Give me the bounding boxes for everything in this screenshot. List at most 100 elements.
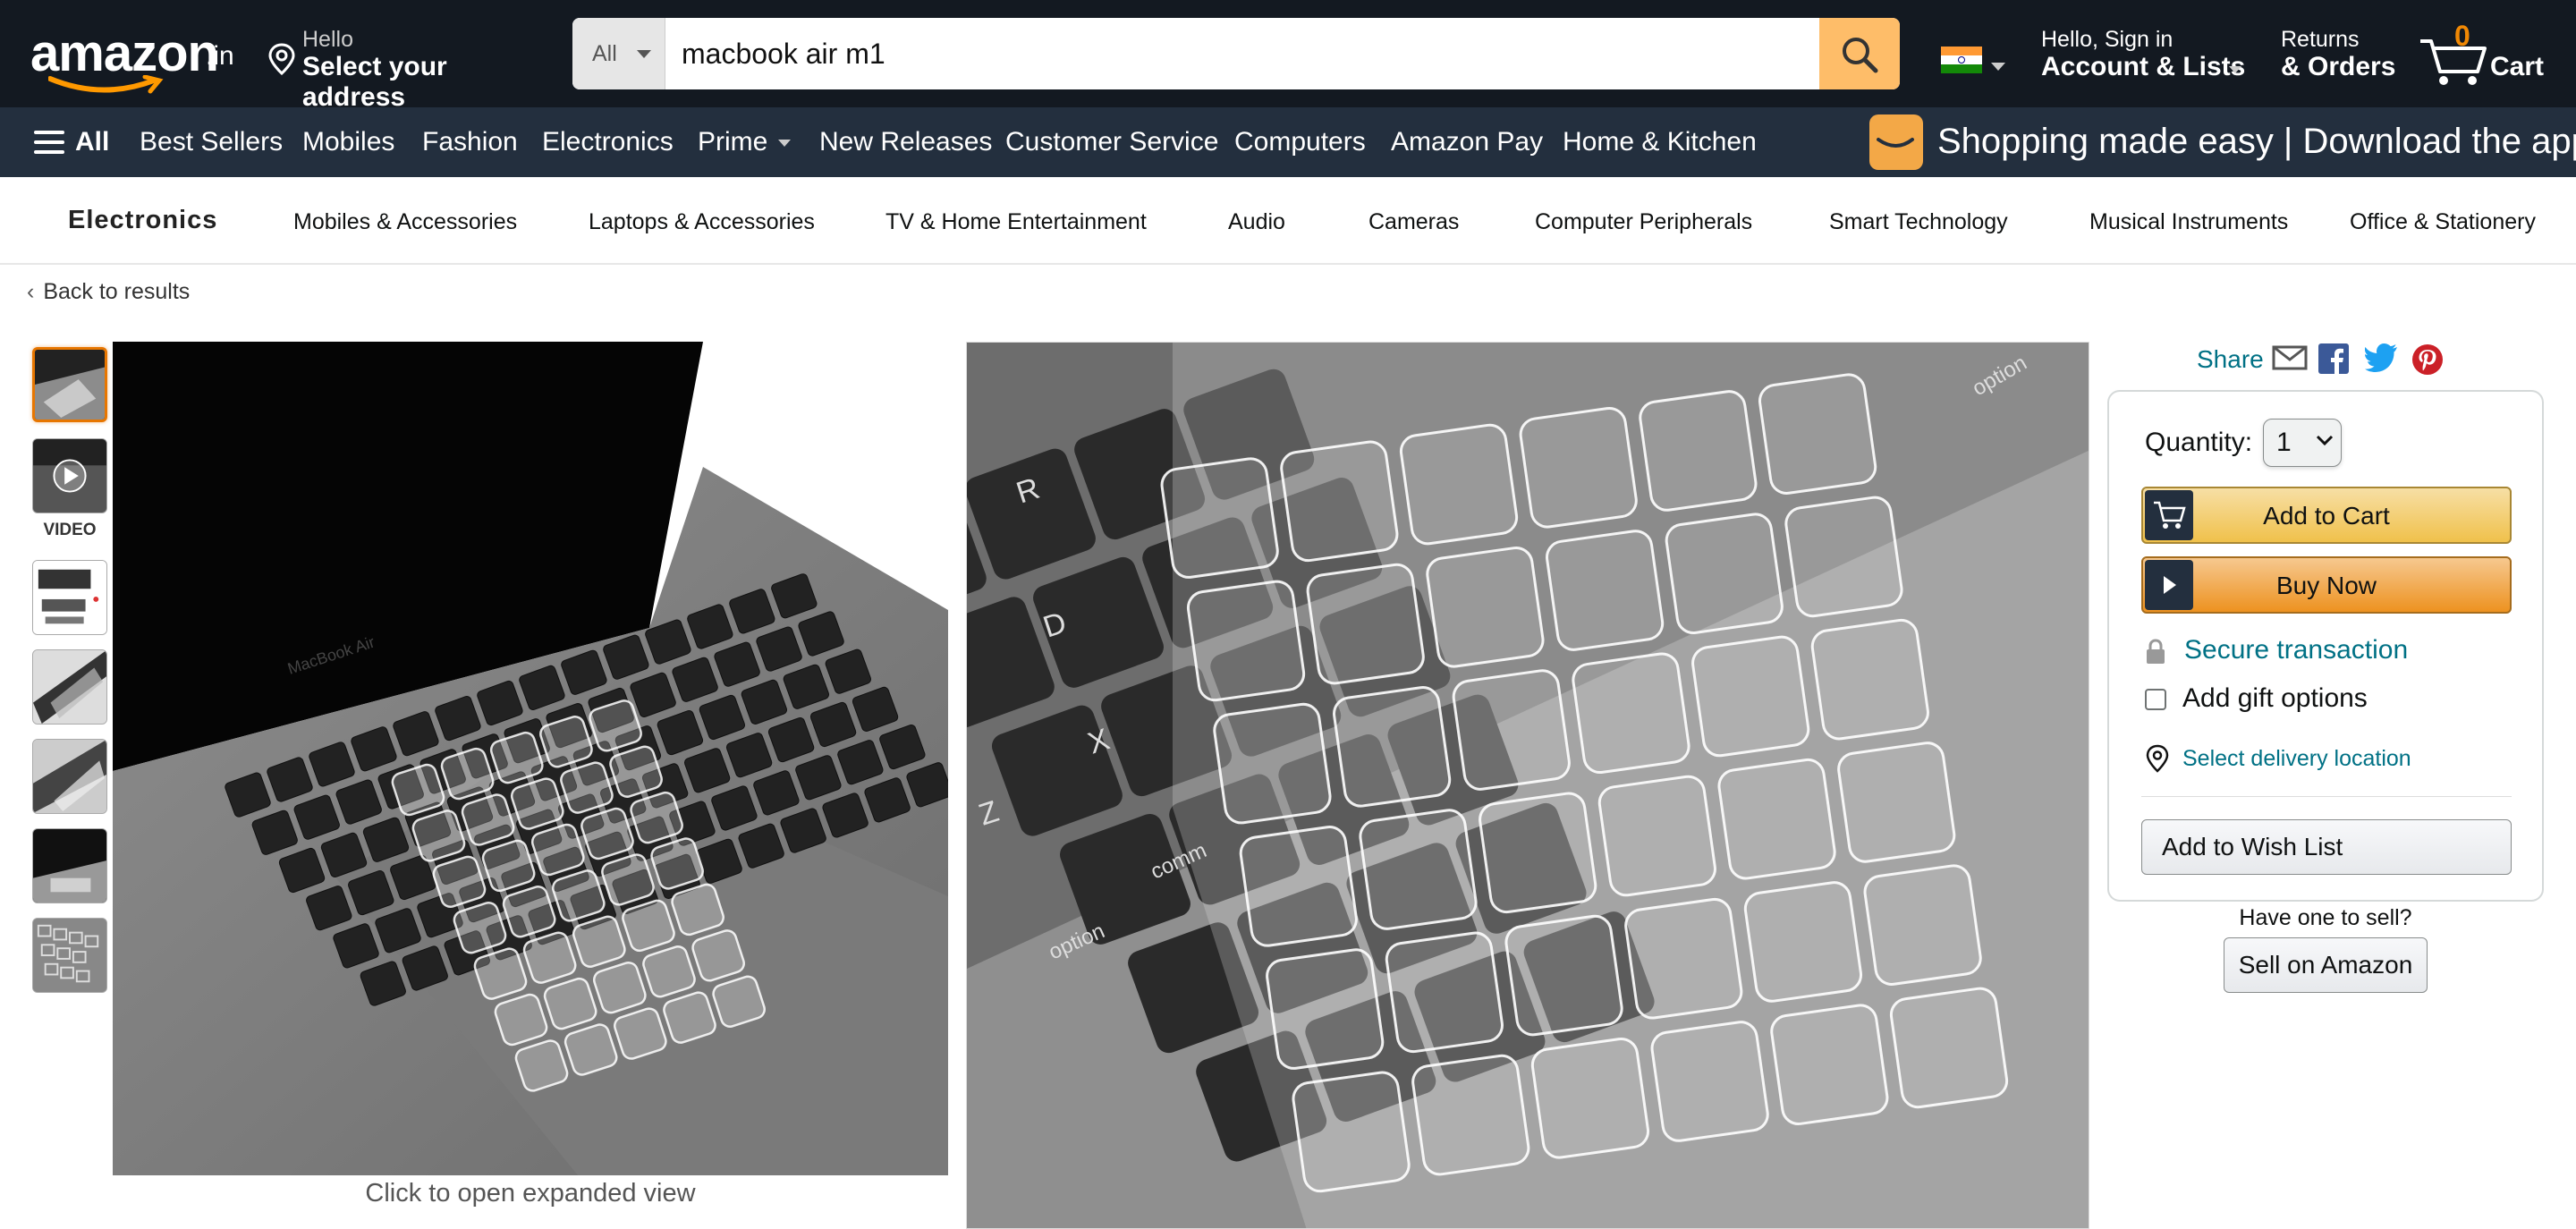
twitter-icon[interactable]: [2365, 343, 2399, 374]
category-subnav: Electronics Mobiles & Accessories Laptop…: [0, 177, 2576, 265]
nav-item-prime[interactable]: Prime: [698, 127, 792, 157]
search-icon: [1843, 38, 1878, 73]
play-icon-box: [2145, 560, 2193, 610]
pinterest-icon[interactable]: [2411, 343, 2444, 376]
thumbnail-7[interactable]: [32, 918, 107, 993]
thumbnail-4[interactable]: [32, 649, 107, 725]
divider: [2141, 796, 2512, 797]
keyboard-closeup-thumbnail-icon: [33, 919, 106, 992]
address-action: Select your address: [302, 52, 447, 112]
subnav-item-tv-home-entertainment[interactable]: TV & Home Entertainment: [886, 209, 1147, 235]
nav-item-home-kitchen[interactable]: Home & Kitchen: [1563, 127, 1757, 157]
delivery-address[interactable]: Hello Select your address: [268, 23, 546, 112]
sell-on-amazon-button[interactable]: Sell on Amazon: [2224, 937, 2428, 993]
returns-orders[interactable]: Returns & Orders: [2281, 23, 2406, 86]
add-to-cart-label: Add to Cart: [2263, 502, 2390, 530]
cart-button[interactable]: 0 Cart: [2419, 20, 2562, 91]
email-icon[interactable]: [2272, 343, 2308, 372]
subnav-item-mobiles-accessories[interactable]: Mobiles & Accessories: [293, 209, 517, 235]
keyboard-thumbnail-icon: [33, 829, 106, 903]
nav-item-prime-label: Prime: [698, 127, 768, 157]
subnav-item-office-stationery[interactable]: Office & Stationery: [2350, 209, 2536, 235]
subnav-item-laptops-accessories[interactable]: Laptops & Accessories: [589, 209, 815, 235]
subnav-item-audio[interactable]: Audio: [1228, 209, 1285, 235]
caret-down-icon: [1991, 63, 2005, 71]
main-nav: All Best Sellers Mobiles Fashion Electro…: [0, 107, 2576, 177]
add-to-wish-list-button[interactable]: Add to Wish List: [2141, 819, 2512, 875]
expand-view-hint: Click to open expanded view: [365, 1179, 696, 1208]
thumbnail-1[interactable]: [32, 347, 107, 422]
thumbnail-3[interactable]: [32, 560, 107, 635]
quantity-value: 1: [2276, 428, 2292, 457]
logo-wordmark: amazon: [30, 24, 219, 82]
thumbnail-6[interactable]: [32, 828, 107, 903]
caret-down-icon: [2229, 66, 2241, 73]
cart-icon-box: [2145, 490, 2193, 540]
account-greeting: Hello, Sign in: [2041, 27, 2174, 52]
subnav-item-musical-instruments[interactable]: Musical Instruments: [2089, 209, 2288, 235]
keyboard-thumbnail-icon: [33, 740, 106, 813]
lock-icon: [2147, 639, 2165, 664]
cart-label: Cart: [2490, 52, 2545, 81]
add-to-cart-button[interactable]: Add to Cart: [2141, 487, 2512, 544]
quantity-select[interactable]: 1: [2263, 419, 2342, 467]
product-contents-icon: [33, 561, 106, 634]
address-greeting: Hello: [302, 27, 353, 52]
keyboard-cover-closeup-image: R D X Z option comm option: [967, 343, 2089, 1228]
subnav-item-computer-peripherals[interactable]: Computer Peripherals: [1535, 209, 1752, 235]
nav-item-fashion[interactable]: Fashion: [422, 127, 518, 157]
search-category-select[interactable]: All: [572, 18, 665, 89]
subnav-item-smart-technology[interactable]: Smart Technology: [1829, 209, 2008, 235]
main-product-image[interactable]: MacBook Air: [113, 342, 948, 1175]
buy-now-button[interactable]: Buy Now: [2141, 556, 2512, 614]
nav-item-electronics[interactable]: Electronics: [542, 127, 674, 157]
search-input[interactable]: [665, 18, 1819, 89]
amazon-logo[interactable]: amazon .in: [30, 23, 236, 94]
all-menu-label: All: [75, 127, 110, 157]
orders-label: & Orders: [2281, 52, 2396, 81]
gift-options-label: Add gift options: [2182, 683, 2368, 713]
keyboard-thumbnail-icon: [35, 350, 105, 420]
location-pin-icon: [268, 43, 295, 75]
quantity-label: Quantity:: [2145, 428, 2253, 457]
hamburger-icon: [34, 131, 64, 160]
zoomed-product-image: R D X Z option comm option: [966, 342, 2089, 1229]
keyboard-thumbnail-icon: [33, 650, 106, 724]
share-row: Share: [2197, 342, 2483, 377]
subnav-title[interactable]: Electronics: [68, 206, 217, 235]
account-menu[interactable]: Hello, Sign in Account & Lists: [2041, 23, 2247, 86]
cart-icon: [2154, 501, 2186, 529]
facebook-icon[interactable]: [2318, 343, 2349, 374]
location-pin-icon: [2146, 744, 2169, 773]
language-selector[interactable]: [1941, 43, 2005, 79]
returns-label: Returns: [2281, 27, 2360, 52]
share-label[interactable]: Share: [2197, 345, 2264, 374]
nav-item-computers[interactable]: Computers: [1234, 127, 1366, 157]
delivery-location-label: Select delivery location: [2182, 746, 2411, 771]
nav-item-mobiles[interactable]: Mobiles: [302, 127, 394, 157]
nav-item-customer-service[interactable]: Customer Service: [1005, 127, 1218, 157]
back-to-results-label: Back to results: [43, 279, 191, 304]
video-label: VIDEO: [43, 521, 97, 539]
sell-question: Have one to sell?: [2239, 905, 2412, 930]
gift-options-checkbox[interactable]: [2145, 689, 2166, 710]
account-label: Account & Lists: [2041, 52, 2246, 81]
promo-text: Shopping made easy | Download the app: [1937, 122, 2576, 161]
thumbnail-5[interactable]: [32, 739, 107, 814]
back-to-results-link[interactable]: ‹ Back to results: [27, 279, 190, 305]
india-flag-icon: [1941, 47, 1982, 73]
app-download-promo[interactable]: Shopping made easy | Download the app: [1869, 113, 2576, 172]
subnav-item-cameras[interactable]: Cameras: [1368, 209, 1459, 235]
thumbnail-video[interactable]: [32, 438, 107, 513]
nav-item-best-sellers[interactable]: Best Sellers: [140, 127, 283, 157]
buy-now-label: Buy Now: [2275, 572, 2377, 599]
search-bar: All: [572, 18, 1900, 89]
cart-count: 0: [2454, 20, 2470, 52]
amazon-app-icon: [1869, 114, 1923, 170]
nav-item-amazon-pay[interactable]: Amazon Pay: [1391, 127, 1543, 157]
play-icon: [2164, 576, 2176, 594]
caret-down-icon: [778, 140, 792, 148]
search-button[interactable]: [1819, 18, 1900, 89]
nav-item-new-releases[interactable]: New Releases: [819, 127, 992, 157]
caret-down-icon: [637, 50, 651, 58]
